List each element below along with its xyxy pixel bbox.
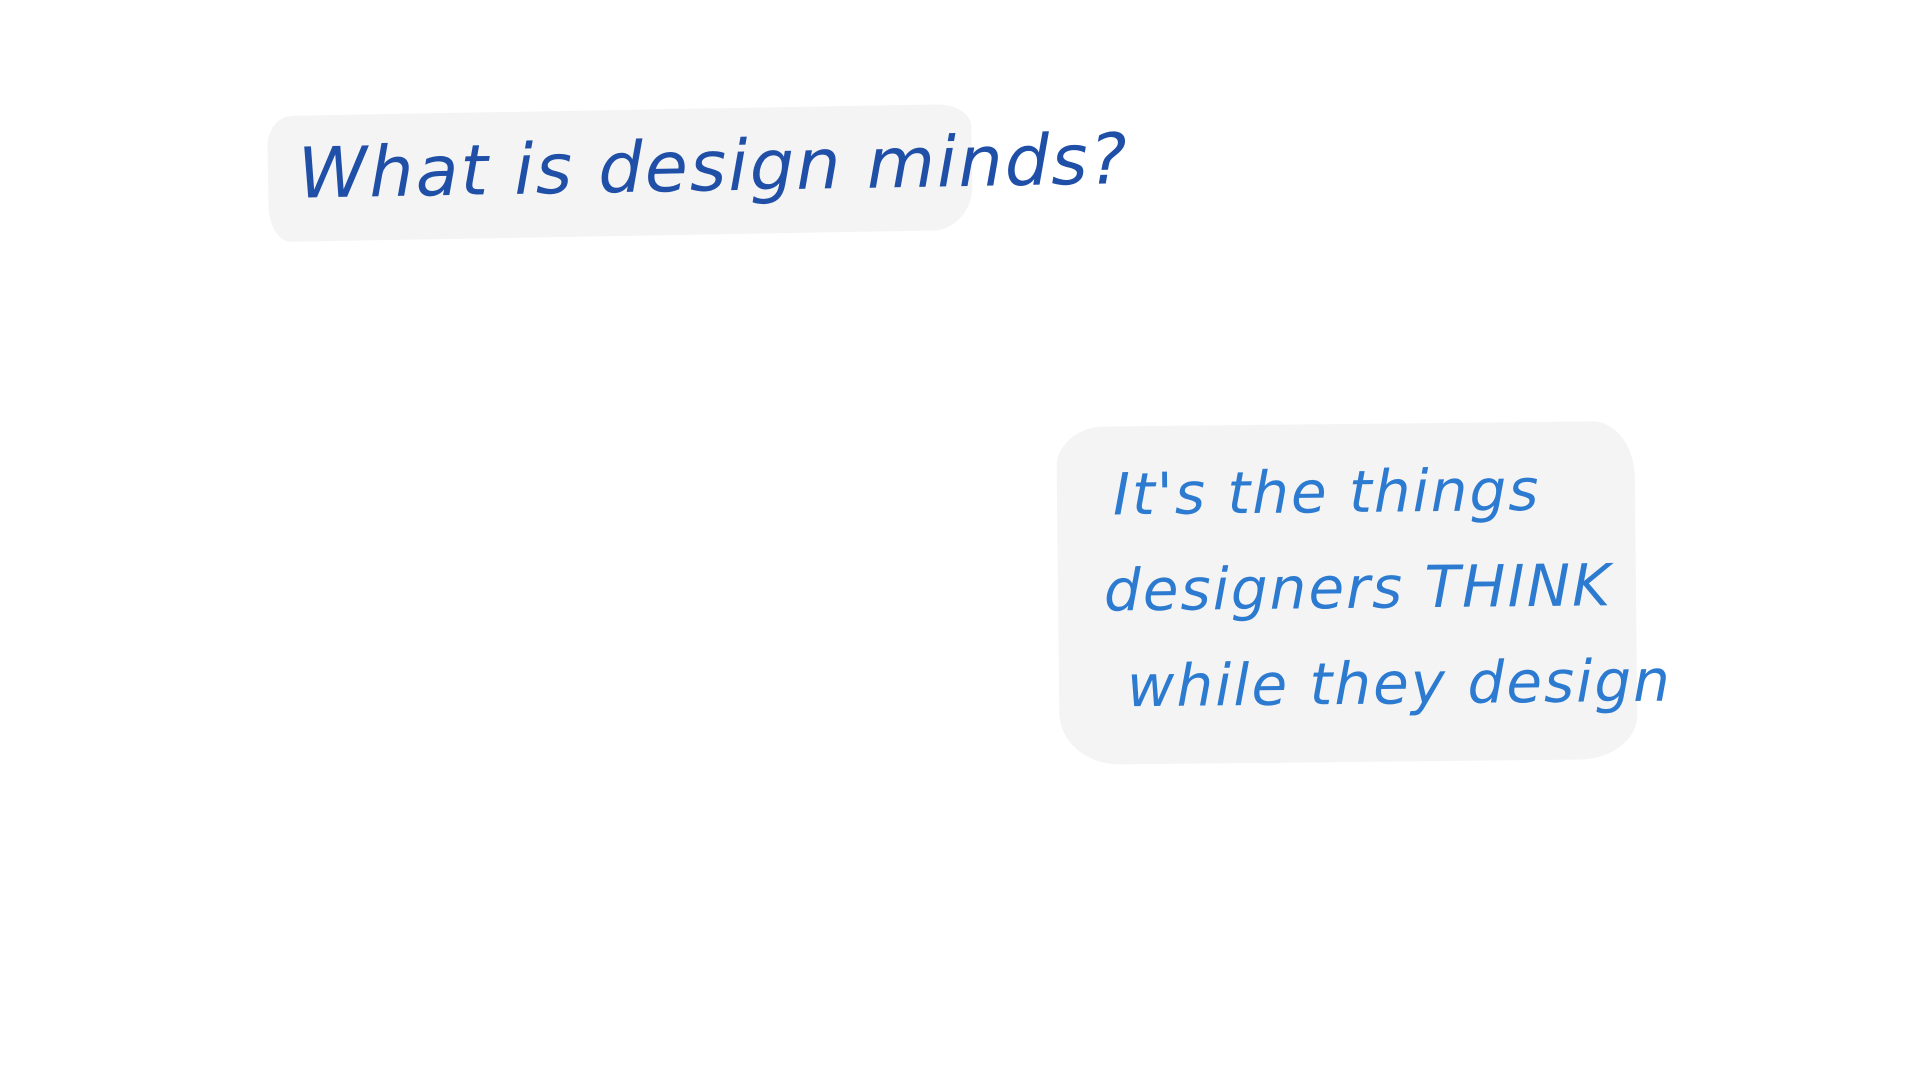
answer-line-2: designers THINK [1103,551,1613,625]
question-note: What is design minds? [266,103,1129,243]
answer-line-1: It's the things [1112,455,1541,529]
slide-canvas: What is design minds? It's the things de… [0,0,1920,1080]
question-text: What is design minds? [297,118,1130,215]
answer-line-3: while they design [1126,646,1673,721]
answer-note: It's the things designers THINK while th… [1056,420,1673,766]
